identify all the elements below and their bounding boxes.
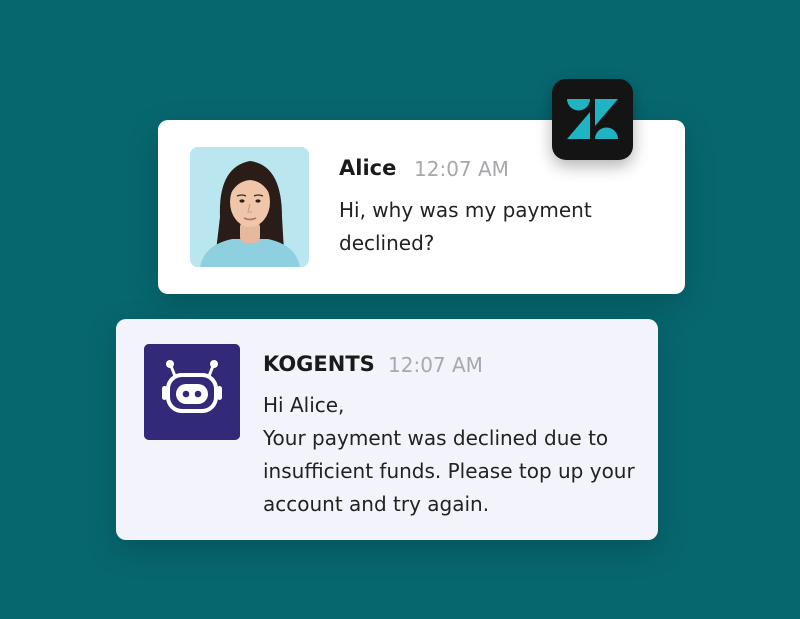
bot-message-time: 12:07 AM [388,353,483,377]
bot-message-text: Hi Alice, Your payment was declined due … [263,389,635,521]
message-line: account and try again. [263,492,490,516]
message-line: insufficient funds. Please top up your [263,459,635,483]
zendesk-logo-icon [567,99,618,139]
bot-avatar [144,344,240,440]
robot-icon [144,344,240,440]
bot-name: KOGENTS [263,352,375,376]
user-name: Alice [339,156,397,180]
user-message-text: Hi, why was my payment declined? [339,194,592,260]
message-line: declined? [339,231,435,255]
bot-message-card: KOGENTS 12:07 AM Hi Alice, Your payment … [116,319,658,540]
zendesk-logo-badge [552,79,633,160]
user-avatar [190,147,309,267]
message-line: Your payment was declined due to [263,426,609,450]
message-line: Hi, why was my payment [339,198,592,222]
message-line: Hi Alice, [263,393,345,417]
user-message-time: 12:07 AM [414,157,509,181]
user-photo-icon [190,147,309,267]
